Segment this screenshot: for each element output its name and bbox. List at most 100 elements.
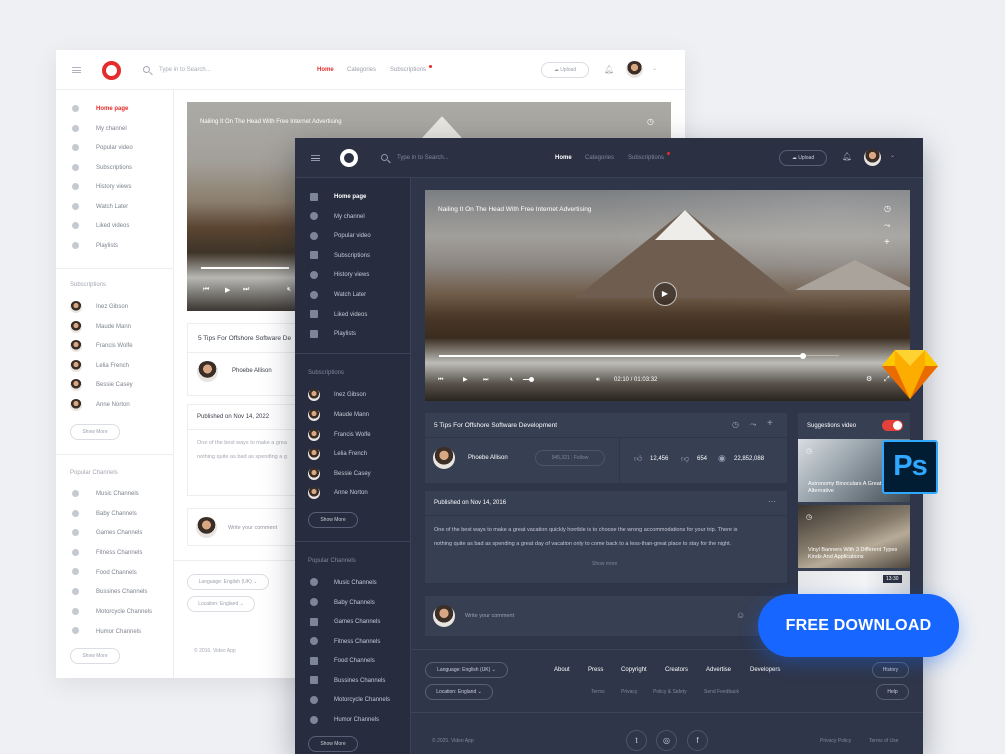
sub-item-1[interactable]: Inez Gibson xyxy=(334,392,366,398)
help-button[interactable]: Help xyxy=(876,684,909,700)
search-input[interactable]: Type in to Search... xyxy=(397,155,449,161)
upload-button[interactable]: ☁ Upload xyxy=(541,62,589,78)
footer-link-advertise[interactable]: Advertise xyxy=(706,667,731,673)
follow-button[interactable]: Follow xyxy=(574,455,588,461)
sidebar-item-subscriptions[interactable]: Subscriptions xyxy=(334,253,370,259)
privacy-policy-link[interactable]: Privacy Policy xyxy=(820,738,851,744)
more-options-icon[interactable]: ⋯ xyxy=(768,497,776,506)
sidebar-item-home[interactable]: Home page xyxy=(96,106,128,112)
upload-button[interactable]: ☁ Upload xyxy=(779,150,827,166)
channel-baby[interactable]: Baby Channels xyxy=(334,600,375,606)
twitter-icon[interactable]: t xyxy=(626,730,647,751)
show-more-button[interactable]: Show More xyxy=(70,424,120,440)
instagram-icon[interactable]: ◎ xyxy=(656,730,677,751)
sub-item-6[interactable]: Anne Norton xyxy=(96,402,130,408)
plus-icon[interactable]: + xyxy=(884,238,890,248)
clock-icon[interactable]: ◷ xyxy=(647,117,654,126)
author-avatar[interactable] xyxy=(197,361,218,382)
mute-icon[interactable]: 🔇︎ xyxy=(287,286,291,294)
nav-subscriptions[interactable]: Subscriptions xyxy=(628,155,664,161)
gear-icon[interactable]: ⚙︎ xyxy=(866,376,872,384)
show-more-button[interactable]: Show More xyxy=(308,736,358,752)
channel-music[interactable]: Music Channels xyxy=(96,491,139,497)
suggestion-thumb-2[interactable]: ◷ Vinyl Banners With 3 Different Types K… xyxy=(798,505,910,568)
footer-link-creators[interactable]: Creators xyxy=(665,667,688,673)
channel-motorcycle[interactable]: Motorcycle Channels xyxy=(96,609,152,615)
location-select[interactable]: Location: England ⌄ xyxy=(187,596,255,612)
free-download-button[interactable]: FREE DOWNLOAD xyxy=(758,594,959,657)
sidebar-item-playlists[interactable]: Playlists xyxy=(96,243,118,249)
channel-humor[interactable]: Humor Channels xyxy=(96,629,141,635)
sub-item-4[interactable]: Lelia French xyxy=(96,363,129,369)
sidebar-item-my-channel[interactable]: My channel xyxy=(334,214,365,220)
show-more-button[interactable]: Show More xyxy=(70,648,120,664)
clock-icon[interactable]: ◷ xyxy=(732,420,739,429)
progress-handle[interactable] xyxy=(800,353,806,359)
channel-games[interactable]: Games Channels xyxy=(96,530,142,536)
share-icon[interactable]: ⤳ xyxy=(750,420,756,430)
nav-categories[interactable]: Categories xyxy=(585,155,614,161)
volume-icon[interactable]: 🔊︎ xyxy=(596,376,600,384)
location-select[interactable]: Location: England ⌄ xyxy=(425,684,493,700)
comment-input[interactable]: Write your comment xyxy=(465,613,514,619)
history-button[interactable]: History xyxy=(872,662,909,678)
language-select[interactable]: Language: English (UK) ⌄ xyxy=(187,574,269,590)
footer-link-press[interactable]: Press xyxy=(588,667,603,673)
footer-link-about[interactable]: About xyxy=(554,667,570,673)
plus-icon[interactable]: + xyxy=(767,418,773,429)
channel-business[interactable]: Bussines Channels xyxy=(334,678,385,684)
emoji-icon[interactable]: ☺ xyxy=(736,610,745,620)
channel-fitness[interactable]: Fitness Channels xyxy=(96,550,142,556)
menu-icon[interactable] xyxy=(72,67,81,73)
search-input[interactable]: Type in to Search... xyxy=(159,67,211,73)
sidebar-item-playlists[interactable]: Playlists xyxy=(334,331,356,337)
forward-icon[interactable]: ⏭︎ xyxy=(483,376,488,384)
channel-humor[interactable]: Humor Channels xyxy=(334,717,379,723)
nav-home[interactable]: Home xyxy=(555,155,572,161)
sub-item-2[interactable]: Maude Mann xyxy=(96,324,131,330)
play-icon[interactable]: ▶︎ xyxy=(463,376,468,384)
share-icon[interactable]: ⤳ xyxy=(884,222,890,230)
author-name[interactable]: Phoebe Allison xyxy=(232,368,272,374)
sidebar-item-home[interactable]: Home page xyxy=(334,194,366,200)
terms-of-use-link[interactable]: Terms of Use xyxy=(869,738,898,744)
nav-subscriptions[interactable]: Subscriptions xyxy=(390,67,426,73)
footer-link-copyright[interactable]: Copyright xyxy=(621,667,647,673)
facebook-icon[interactable]: f xyxy=(687,730,708,751)
app-logo[interactable] xyxy=(340,149,358,167)
clock-icon[interactable]: ◷ xyxy=(806,447,812,455)
sub-item-1[interactable]: Inez Gibson xyxy=(96,304,128,310)
volume-handle[interactable] xyxy=(529,377,534,382)
sidebar-item-subscriptions[interactable]: Subscriptions xyxy=(96,165,132,171)
sidebar-item-history[interactable]: History views xyxy=(96,184,131,190)
thumbs-up-icon[interactable]: 👍︎ xyxy=(634,454,642,464)
sub-item-2[interactable]: Maude Mann xyxy=(334,412,369,418)
play-icon[interactable]: ▶︎ xyxy=(225,286,230,294)
sidebar-item-liked[interactable]: Liked videos xyxy=(334,312,367,318)
clock-icon[interactable]: ◷ xyxy=(806,513,812,521)
channel-food[interactable]: Food Channels xyxy=(96,570,137,576)
sub-item-5[interactable]: Bessie Casey xyxy=(96,382,133,388)
channel-music[interactable]: Music Channels xyxy=(334,580,377,586)
sidebar-item-history[interactable]: History views xyxy=(334,272,369,278)
channel-food[interactable]: Food Channels xyxy=(334,658,375,664)
sub-item-4[interactable]: Lelia French xyxy=(334,451,367,457)
app-logo[interactable] xyxy=(102,61,121,80)
chevron-down-icon[interactable]: ⌄ xyxy=(890,152,895,159)
sidebar-item-watch-later[interactable]: Watch Later xyxy=(96,204,128,210)
chevron-down-icon[interactable]: ⌄ xyxy=(652,65,657,72)
sidebar-item-watch-later[interactable]: Watch Later xyxy=(334,292,366,298)
sub-item-5[interactable]: Bessie Casey xyxy=(334,471,371,477)
show-more-button[interactable]: Show More xyxy=(308,512,358,528)
bell-icon[interactable]: 🔔︎ xyxy=(842,152,852,161)
author-avatar[interactable] xyxy=(433,447,455,469)
user-avatar[interactable] xyxy=(864,149,881,166)
sidebar-item-my-channel[interactable]: My channel xyxy=(96,126,127,132)
forward-icon[interactable]: ⏭︎ xyxy=(243,286,249,294)
progress-bar[interactable] xyxy=(201,267,289,269)
channel-games[interactable]: Games Channels xyxy=(334,619,380,625)
footer-link-privacy[interactable]: Privacy xyxy=(621,689,637,695)
footer-link-developers[interactable]: Developers xyxy=(750,667,780,673)
comment-input[interactable]: Write your comment xyxy=(228,525,277,531)
thumbs-down-icon[interactable]: 👎︎ xyxy=(681,454,689,464)
